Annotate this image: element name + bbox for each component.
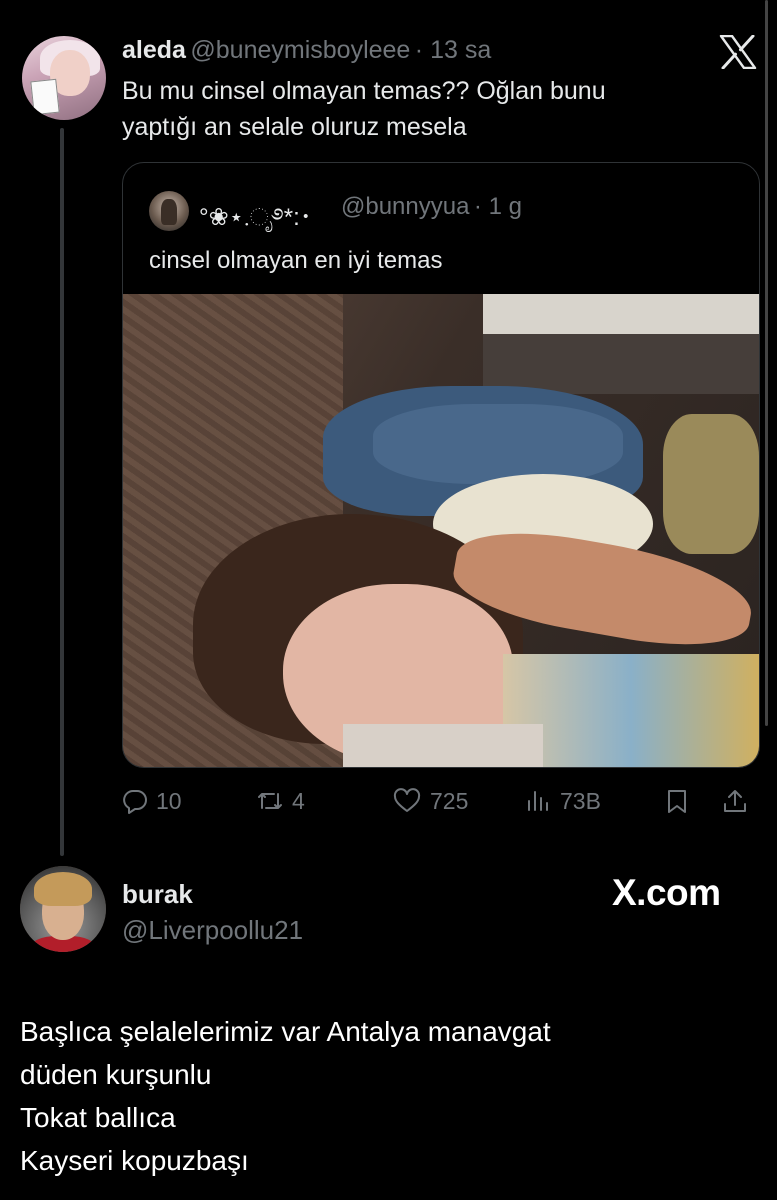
repost-button[interactable]: 4: [256, 784, 305, 818]
x-com-brand: X.com: [612, 872, 721, 913]
scrollbar[interactable]: [765, 0, 768, 726]
views-button[interactable]: 73B: [526, 784, 601, 818]
reply-button[interactable]: 10: [122, 784, 182, 818]
tweet-time[interactable]: · 13 sa: [415, 36, 491, 64]
like-count: 725: [430, 787, 469, 814]
quoted-tweet-card[interactable]: °❀⋆.ೃ࿔*:･ @bunnyyua · 1 g cinsel olmayan…: [122, 162, 760, 768]
reply-author-name[interactable]: burak: [122, 879, 193, 910]
reply-text-line: Başlıca şelalelerimiz var Antalya manavg…: [20, 1016, 551, 1047]
reply-text-line: Tokat ballıca: [20, 1102, 176, 1133]
quoted-author-handle: @bunnyyua: [341, 193, 470, 220]
quoted-avatar: [149, 191, 189, 231]
author-name[interactable]: aleda: [122, 36, 186, 64]
reply-text: Başlıca şelalelerimiz var Antalya manavg…: [20, 1010, 551, 1182]
author-handle[interactable]: @buneymisboyleee: [190, 36, 410, 64]
repost-icon: [258, 793, 282, 809]
quoted-text: cinsel olmayan en iyi temas: [149, 247, 443, 274]
tweet-text-line: yaptığı an selale oluruz mesela: [122, 113, 467, 141]
tweet-actions-bar: 10 4 725 73B: [122, 784, 762, 818]
share-icon: [724, 790, 746, 812]
x-logo-icon[interactable]: [719, 35, 757, 69]
reply-text-line: düden kurşunlu: [20, 1059, 212, 1090]
like-button[interactable]: 725: [392, 784, 468, 818]
quoted-time: · 1 g: [473, 193, 522, 220]
bookmark-button[interactable]: [664, 784, 690, 818]
share-button[interactable]: [722, 784, 748, 818]
views-count: 73B: [560, 787, 601, 814]
reply-author-handle[interactable]: @Liverpoollu21: [122, 915, 303, 946]
tweet-header: aleda @buneymisboyleee · 13 sa: [122, 36, 491, 65]
like-icon: [393, 788, 421, 812]
views-icon: [528, 791, 548, 811]
avatar-aleda[interactable]: [22, 36, 106, 120]
avatar-burak[interactable]: [20, 866, 106, 952]
tweet-text: Bu mu cinsel olmayan temas?? Oğlan bunu …: [122, 73, 606, 145]
repost-count: 4: [292, 787, 305, 814]
bookmark-icon: [668, 790, 686, 813]
tweet-text-line: Bu mu cinsel olmayan temas?? Oğlan bunu: [122, 77, 606, 105]
reply-count: 10: [156, 787, 182, 814]
thread-connector-line: [60, 128, 64, 856]
quoted-photo[interactable]: [123, 294, 759, 767]
reply-icon: [123, 790, 147, 814]
reply-text-line: Kayseri kopuzbaşı: [20, 1145, 249, 1176]
